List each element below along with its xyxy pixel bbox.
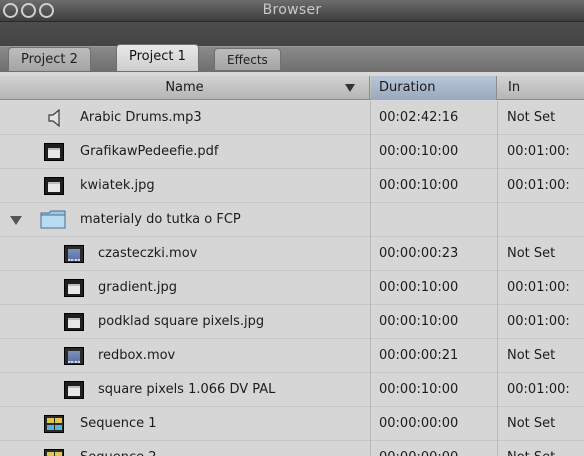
- item-duration: 00:00:00:21: [379, 348, 459, 363]
- graphic-icon: [64, 279, 84, 297]
- clip-icon: [64, 245, 84, 263]
- item-in: 00:01:00:: [507, 382, 570, 397]
- item-in: 00:01:00:: [507, 178, 570, 193]
- column-header-in[interactable]: In: [498, 76, 584, 100]
- item-duration: 00:02:42:16: [379, 110, 459, 125]
- tab-effects[interactable]: Effects: [214, 48, 281, 70]
- item-name: GrafikawPedeefie.pdf: [80, 144, 219, 159]
- item-in: Not Set: [507, 348, 556, 363]
- item-in: Not Set: [507, 110, 556, 125]
- sort-descending-icon[interactable]: [345, 84, 355, 92]
- item-duration: 00:00:00:00: [379, 441, 458, 456]
- item-name: redbox.mov: [98, 348, 176, 363]
- disclosure-triangle-icon[interactable]: [10, 216, 22, 225]
- column-header: Name Duration In: [0, 76, 584, 100]
- item-name: square pixels 1.066 DV PAL: [98, 382, 276, 397]
- item-name: kwiatek.jpg: [80, 178, 155, 193]
- item-name: podklad square pixels.jpg: [98, 314, 265, 329]
- window-title: Browser: [262, 2, 322, 18]
- graphic-icon: [44, 177, 64, 195]
- item-duration: 00:00:10:00: [379, 280, 459, 295]
- item-duration: 00:00:00:00: [379, 416, 459, 431]
- item-in: 00:01:00:: [507, 144, 570, 159]
- item-in: Not Set: [507, 246, 556, 261]
- title-bar[interactable]: Browser: [0, 0, 584, 22]
- item-in: 00:01:00:: [507, 280, 570, 295]
- browser-window: Browser Project 2 Effects Project 1 Name…: [0, 0, 584, 456]
- column-header-duration[interactable]: Duration: [371, 76, 497, 100]
- tab-project-1[interactable]: Project 1: [116, 44, 199, 71]
- item-in: 00:01:00:: [507, 314, 570, 329]
- item-name: Sequence 2: [80, 441, 157, 456]
- item-duration: 00:00:00:23: [379, 246, 459, 261]
- graphic-icon: [64, 313, 84, 331]
- item-name: Sequence 1: [80, 416, 157, 431]
- item-duration: 00:00:10:00: [379, 382, 459, 397]
- item-in: Not Set: [507, 416, 556, 431]
- tab-project-2[interactable]: Project 2: [8, 47, 91, 71]
- folder-icon: [40, 210, 66, 229]
- column-header-name[interactable]: Name: [0, 76, 370, 100]
- audio-icon: [48, 108, 60, 128]
- clip-icon: [64, 347, 84, 365]
- item-duration: 00:00:10:00: [379, 314, 459, 329]
- graphic-icon: [44, 143, 64, 161]
- item-duration: 00:00:10:00: [379, 178, 459, 193]
- item-duration: 00:00:10:00: [379, 144, 459, 159]
- graphic-icon: [64, 381, 84, 399]
- column-divider: [370, 101, 371, 456]
- item-name: czasteczki.mov: [98, 246, 198, 261]
- sequence-icon: [44, 449, 64, 456]
- sequence-icon: [44, 415, 64, 433]
- column-divider: [497, 101, 498, 456]
- item-in: Not Set: [507, 441, 555, 456]
- item-name: gradient.jpg: [98, 280, 178, 295]
- item-name: Arabic Drums.mp3: [80, 110, 202, 125]
- item-name: materialy do tutka o FCP: [80, 212, 241, 227]
